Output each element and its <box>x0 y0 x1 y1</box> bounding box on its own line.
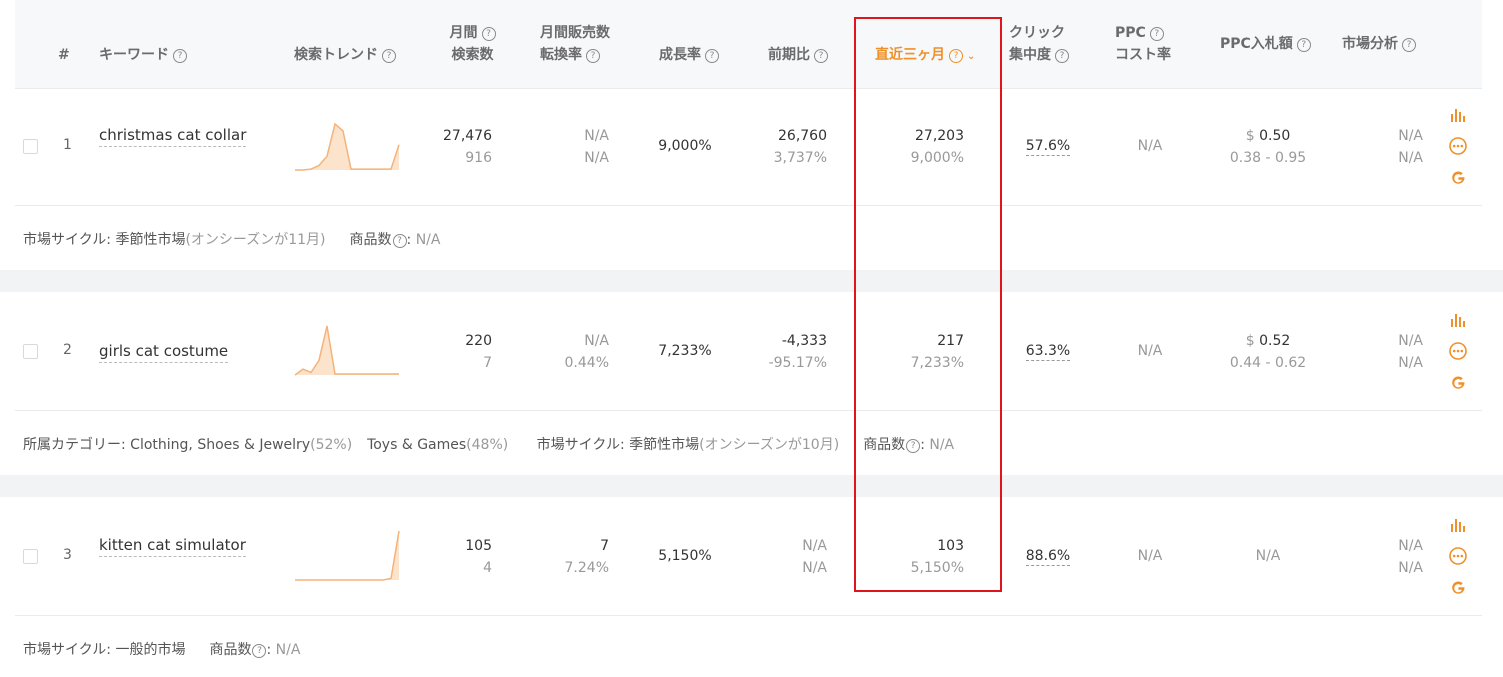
help-icon[interactable]: ? <box>814 49 828 63</box>
trend-sparkline <box>295 122 400 171</box>
prev-cell: -4,333 -95.17% <box>768 333 827 371</box>
help-icon[interactable]: ? <box>252 644 267 658</box>
table-row: 2 girls cat costume 220 7 N/A 0.44% 7,233%… <box>15 293 1482 411</box>
sales-conversion-cell: 7 7.24% <box>564 538 609 576</box>
ppc-cost-cell: N/A <box>1137 548 1163 564</box>
sparkline-line <box>294 325 399 376</box>
bar-chart-icon[interactable] <box>1449 311 1467 329</box>
row-meta: 所属カテゴリー: Clothing, Shoes & Jewelry(52%) … <box>23 437 955 453</box>
table-row: 1 christmas cat collar 27,476 916 N/A N/A … <box>15 88 1482 206</box>
click-concentration-cell[interactable]: 57.6% <box>1013 138 1083 156</box>
col-keyword-header[interactable]: キーワード? <box>99 44 187 66</box>
row-actions <box>1449 106 1467 199</box>
row-separator <box>0 475 1503 497</box>
monthly-search-cell: 27,476 916 <box>443 128 492 166</box>
bar-chart-icon[interactable] <box>1449 516 1467 534</box>
market-cell: N/A N/A <box>1398 333 1423 371</box>
sparkline-line <box>295 530 400 581</box>
more-circle-icon[interactable] <box>1449 342 1467 360</box>
keyword-link[interactable]: christmas cat collar <box>99 126 247 147</box>
col-trend-header[interactable]: 検索トレンド? <box>294 44 396 66</box>
trend-sparkline <box>294 325 399 376</box>
col-market-header[interactable]: 市場分析? <box>1342 33 1416 55</box>
row-actions <box>1449 311 1467 404</box>
row-checkbox[interactable] <box>23 139 38 154</box>
sparkline-area <box>295 326 399 375</box>
col-prev-header[interactable]: 前期比? <box>768 44 828 66</box>
help-icon[interactable]: ? <box>1055 49 1069 63</box>
help-icon[interactable]: ? <box>586 49 600 63</box>
more-circle-icon[interactable] <box>1449 547 1467 565</box>
sales-conversion-cell: N/A 0.44% <box>564 333 609 371</box>
sales-conversion-cell: N/A N/A <box>584 128 609 166</box>
col-ppc-cost-header[interactable]: PPC? コスト率 <box>1115 22 1171 66</box>
ppc-cost-cell: N/A <box>1137 343 1163 359</box>
row-index: 3 <box>63 547 72 563</box>
help-icon[interactable]: ? <box>392 234 407 248</box>
col-monthly-search-header[interactable]: 月間? 検索数 <box>435 22 510 66</box>
prev-cell: N/A N/A <box>802 538 827 576</box>
ppc-cost-cell: N/A <box>1137 138 1163 154</box>
col-click-header[interactable]: クリック 集中度? <box>1009 22 1069 66</box>
help-icon[interactable]: ? <box>173 49 187 63</box>
help-icon[interactable]: ? <box>1296 38 1311 52</box>
ppc-bid-cell: N/A <box>1255 548 1281 564</box>
col-sales-conversion-header[interactable]: 月間販売数 転換率? <box>540 22 610 66</box>
help-icon[interactable]: ? <box>382 49 396 63</box>
help-icon[interactable]: ? <box>705 49 719 63</box>
growth-cell: 9,000% <box>658 138 712 154</box>
col-growth-header[interactable]: 成長率? <box>659 44 719 66</box>
col-index-header: # <box>58 47 70 63</box>
monthly-search-cell: 105 4 <box>465 538 492 576</box>
help-icon[interactable]: ? <box>1402 38 1416 52</box>
google-icon[interactable] <box>1449 578 1467 596</box>
market-cell: N/A N/A <box>1398 128 1423 166</box>
bar-chart-icon[interactable] <box>1449 106 1467 124</box>
prev-cell: 26,760 3,737% <box>773 128 827 166</box>
category-link[interactable]: Toys & Games <box>367 437 466 453</box>
trend-sparkline <box>295 530 400 581</box>
market-cell: N/A N/A <box>1398 538 1423 576</box>
help-icon[interactable]: ? <box>481 27 496 41</box>
row-separator <box>0 270 1503 292</box>
row-checkbox[interactable] <box>23 344 38 359</box>
keyword-link[interactable]: girls cat costume <box>99 342 229 363</box>
help-icon[interactable]: ? <box>1149 27 1164 41</box>
google-icon[interactable] <box>1449 373 1467 391</box>
row-meta: 市場サイクル: 一般的市場 商品数?: N/A <box>23 642 301 658</box>
ppc-bid-cell: $ 0.52 0.44 - 0.62 <box>1229 333 1307 371</box>
col-ppc-bid-header[interactable]: PPC入札額? <box>1220 33 1311 55</box>
keyword-link[interactable]: kitten cat simulator <box>99 536 246 557</box>
row-meta: 市場サイクル: 季節性市場(オンシーズンが11月) 商品数?: N/A <box>23 232 441 248</box>
table-row: 3 kitten cat simulator 105 4 7 7.24% 5,150… <box>15 498 1482 616</box>
monthly-search-cell: 220 7 <box>465 333 492 371</box>
click-concentration-cell[interactable]: 88.6% <box>1013 548 1083 566</box>
google-icon[interactable] <box>1449 168 1467 186</box>
column-highlight-box <box>854 17 1002 592</box>
growth-cell: 5,150% <box>658 548 712 564</box>
row-actions <box>1449 516 1467 609</box>
sparkline-area <box>295 531 399 580</box>
category-link[interactable]: Clothing, Shoes & Jewelry <box>130 437 310 453</box>
row-checkbox[interactable] <box>23 549 38 564</box>
click-concentration-cell[interactable]: 63.3% <box>1013 343 1083 361</box>
ppc-bid-cell: $ 0.50 0.38 - 0.95 <box>1229 128 1307 166</box>
row-index: 1 <box>63 137 72 153</box>
more-circle-icon[interactable] <box>1449 137 1467 155</box>
table-header: # キーワード? 検索トレンド? 月間? 検索数 月間販売数 転換率? 成長率?… <box>15 0 1482 89</box>
row-index: 2 <box>63 342 72 358</box>
growth-cell: 7,233% <box>658 343 712 359</box>
